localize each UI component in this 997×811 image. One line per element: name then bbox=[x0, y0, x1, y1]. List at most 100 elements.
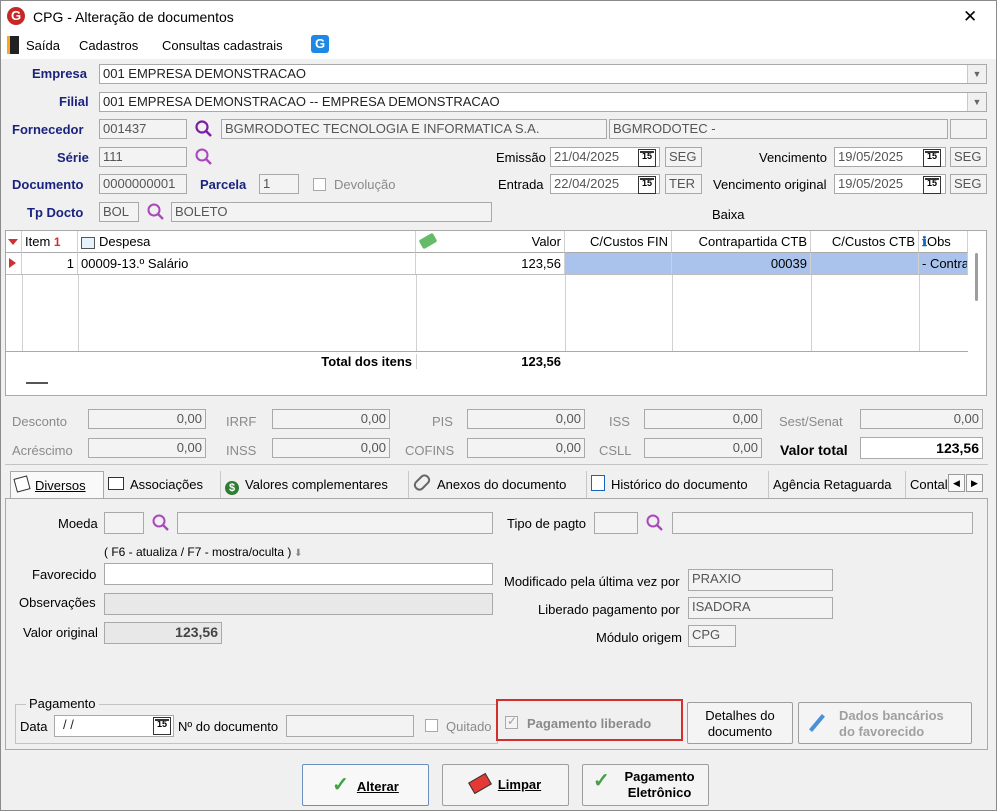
tpdocto-label: Tp Docto bbox=[27, 205, 84, 220]
serie-field[interactable]: 111 bbox=[99, 147, 187, 167]
search-icon[interactable] bbox=[194, 147, 214, 167]
devolucao-checkbox[interactable] bbox=[313, 178, 326, 191]
ndoc-field[interactable] bbox=[286, 715, 414, 737]
favorecido-field[interactable] bbox=[104, 563, 493, 585]
menu-bar: Saída Cadastros Consultas cadastrais G bbox=[1, 33, 996, 59]
calendar-icon[interactable]: 15 bbox=[638, 176, 656, 194]
tab-anexos[interactable]: Anexos do documento bbox=[409, 471, 587, 499]
tab-associacoes[interactable]: Associações bbox=[104, 471, 221, 499]
check-icon: ✓ bbox=[593, 770, 610, 792]
cell-obs[interactable]: - Contra bbox=[919, 253, 968, 274]
entrada-value: 22/04/2025 bbox=[554, 176, 620, 191]
filial-combo[interactable]: 001 EMPRESA DEMONSTRACAO -- EMPRESA DEMO… bbox=[99, 92, 987, 112]
valor-original-field: 123,56 bbox=[104, 622, 222, 644]
cell-ccfin[interactable] bbox=[565, 253, 672, 274]
search-icon[interactable] bbox=[194, 119, 214, 139]
tab-diversos[interactable]: Diversos bbox=[10, 471, 104, 499]
col-header-ccctb[interactable]: C/Custos CTB bbox=[811, 231, 919, 253]
current-row-icon bbox=[9, 258, 16, 268]
observacoes-field[interactable] bbox=[104, 593, 493, 615]
menu-item-consultas[interactable]: Consultas cadastrais bbox=[162, 38, 283, 53]
quitado-label: Quitado bbox=[446, 719, 492, 734]
quitado-checkbox[interactable] bbox=[425, 719, 438, 732]
tab-valores-complementares[interactable]: $ Valores complementares bbox=[221, 471, 409, 499]
items-grid[interactable]: Item 1 Despesa Valor C/Custos FIN Contra… bbox=[5, 230, 987, 396]
cell-item[interactable]: 1 bbox=[22, 253, 78, 274]
fornecedor-label: Fornecedor bbox=[12, 122, 84, 137]
pagamento-liberado-checkbox[interactable]: ✓ bbox=[505, 714, 518, 729]
valor-total-field: 123,56 bbox=[860, 437, 983, 459]
col-header-obs[interactable]: ℹObs bbox=[919, 231, 968, 253]
venc-original-day-field: SEG bbox=[950, 174, 987, 194]
tab-historico[interactable]: Histórico do documento bbox=[587, 471, 769, 499]
exit-door-icon[interactable] bbox=[7, 36, 19, 54]
close-button[interactable]: ✕ bbox=[963, 7, 977, 27]
detalhes-documento-button[interactable]: Detalhes do documento bbox=[687, 702, 793, 744]
tab-agencia[interactable]: Agência Retaguarda bbox=[769, 471, 906, 499]
modificado-label: Modificado pela última vez por bbox=[504, 574, 680, 589]
filial-label: Filial bbox=[59, 94, 89, 109]
entrada-label: Entrada bbox=[498, 177, 544, 192]
tab-scroll-right[interactable]: ▶ bbox=[966, 474, 983, 492]
calendar-icon[interactable]: 15 bbox=[923, 149, 941, 167]
fornecedor-code-field[interactable]: 001437 bbox=[99, 119, 187, 139]
devolucao-label: Devolução bbox=[334, 177, 396, 192]
irrf-field: 0,00 bbox=[272, 409, 390, 429]
fornecedor-extra-field bbox=[950, 119, 987, 139]
tipo-pagto-code-field[interactable] bbox=[594, 512, 638, 534]
tipo-pagto-label: Tipo de pagto bbox=[507, 516, 587, 531]
chevron-down-icon[interactable]: ▼ bbox=[967, 93, 986, 111]
limpar-button[interactable]: Limpar bbox=[442, 764, 569, 806]
pagamento-eletronico-button[interactable]: ✓ Pagamento Eletrônico bbox=[582, 764, 709, 806]
alterar-button[interactable]: ✓ Alterar bbox=[302, 764, 429, 806]
vertical-scrollbar[interactable] bbox=[975, 253, 978, 301]
sest-field: 0,00 bbox=[860, 409, 983, 429]
ndoc-label: Nº do documento bbox=[178, 719, 279, 734]
col-header-item[interactable]: Item 1 bbox=[22, 231, 78, 253]
f6-f7-hint: ( F6 - atualiza / F7 - mostra/oculta ) ⬇ bbox=[104, 545, 303, 559]
documento-field[interactable]: 0000000001 bbox=[99, 174, 187, 194]
calendar-icon[interactable]: 15 bbox=[923, 176, 941, 194]
grid-line bbox=[919, 275, 920, 351]
row-indicator[interactable] bbox=[6, 253, 22, 274]
tab-contal[interactable]: Contal bbox=[906, 471, 950, 499]
fornecedor-name-field: BGMRODOTEC TECNOLOGIA E INFORMATICA S.A. bbox=[221, 119, 607, 139]
menu-item-saida[interactable]: Saída bbox=[26, 38, 60, 53]
search-icon[interactable] bbox=[645, 513, 665, 533]
pagamento-liberado-label: Pagamento liberado bbox=[527, 716, 652, 731]
calendar-icon[interactable]: 15 bbox=[638, 149, 656, 167]
search-icon[interactable] bbox=[146, 202, 166, 222]
app-logo-icon: G bbox=[7, 7, 25, 25]
app-g-icon[interactable]: G bbox=[311, 35, 329, 53]
parcela-field[interactable]: 1 bbox=[259, 174, 299, 194]
moeda-label: Moeda bbox=[58, 516, 98, 531]
menu-item-cadastros[interactable]: Cadastros bbox=[79, 38, 138, 53]
dados-bancarios-button[interactable]: Dados bancários do favorecido bbox=[798, 702, 972, 744]
modulo-label: Módulo origem bbox=[596, 630, 682, 645]
money-icon bbox=[418, 232, 438, 250]
favorecido-label: Favorecido bbox=[32, 567, 97, 582]
col-header-valor[interactable]: Valor bbox=[416, 231, 565, 253]
tab-scroll-left[interactable]: ◀ bbox=[948, 474, 965, 492]
cell-despesa[interactable]: 00009-13.º Salário bbox=[78, 253, 416, 274]
cell-ccctb[interactable] bbox=[811, 253, 919, 274]
empresa-value: 001 EMPRESA DEMONSTRACAO bbox=[103, 66, 306, 81]
irrf-label: IRRF bbox=[226, 414, 257, 429]
fornecedor-short-field: BGMRODOTEC - bbox=[609, 119, 948, 139]
calendar-icon[interactable]: 15 bbox=[153, 717, 171, 735]
empresa-combo[interactable]: 001 EMPRESA DEMONSTRACAO ▼ bbox=[99, 64, 987, 84]
chevron-down-icon[interactable]: ▼ bbox=[967, 65, 986, 83]
moeda-code-field[interactable] bbox=[104, 512, 144, 534]
document-icon bbox=[591, 475, 605, 491]
col-header-ccfin[interactable]: C/Custos FIN bbox=[565, 231, 672, 253]
cell-valor[interactable]: 123,56 bbox=[416, 253, 565, 274]
col-header-contrapartida[interactable]: Contrapartida CTB bbox=[672, 231, 811, 253]
total-value: 123,56 bbox=[521, 354, 561, 369]
venc-original-label: Vencimento original bbox=[713, 177, 827, 192]
col-header-despesa[interactable]: Despesa bbox=[78, 231, 416, 253]
paperclip-icon bbox=[411, 472, 433, 493]
tpdocto-code-field[interactable]: BOL bbox=[99, 202, 139, 222]
search-icon[interactable] bbox=[151, 513, 171, 533]
cell-contrapartida[interactable]: 00039 bbox=[672, 253, 811, 274]
window-icon bbox=[108, 477, 124, 490]
